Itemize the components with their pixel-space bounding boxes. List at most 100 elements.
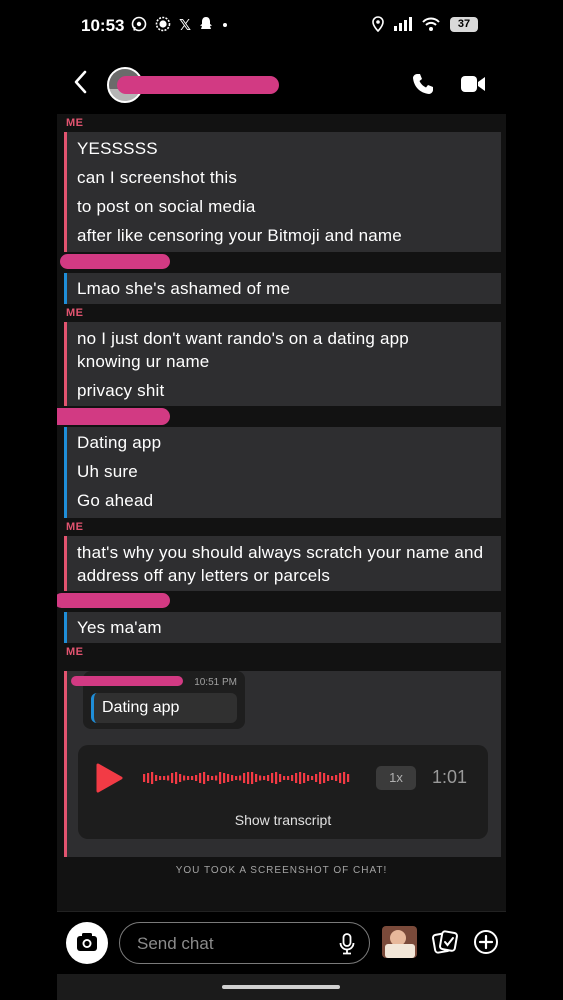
redacted-contact-name — [117, 76, 279, 94]
message-group-me[interactable]: no I just don't want rando's on a dating… — [64, 322, 501, 406]
notification-icons: 𝕏 — [131, 16, 229, 34]
sender-label-them — [57, 252, 506, 273]
message-text: that's why you should always scratch you… — [77, 543, 484, 585]
sticker-icon[interactable] — [432, 929, 458, 955]
message-text: Uh sure — [77, 462, 138, 481]
waveform-bar — [175, 772, 178, 784]
left-margin — [0, 0, 57, 1000]
bitmoji-button[interactable] — [382, 926, 417, 958]
right-margin — [506, 0, 563, 1000]
home-indicator[interactable] — [222, 985, 340, 989]
cellular-icon — [394, 17, 412, 31]
waveform-bar — [291, 775, 294, 781]
message-text: to post on social media — [77, 197, 256, 216]
waveform-bar — [283, 776, 286, 780]
waveform-bar — [215, 775, 218, 781]
redacted-sender-name — [57, 593, 170, 608]
message-text: can I screenshot this — [77, 168, 238, 187]
sender-label-me: ME — [66, 521, 84, 533]
sender-label-them — [57, 591, 506, 612]
wifi-icon — [422, 17, 440, 31]
waveform-bar — [343, 772, 346, 784]
waveform-bar — [311, 776, 314, 780]
video-camera-icon[interactable] — [460, 74, 486, 94]
waveform-bar — [251, 772, 254, 784]
battery-icon: 37 — [450, 16, 478, 32]
waveform-bar — [219, 772, 222, 784]
message-group-them[interactable]: Yes ma'am — [64, 612, 501, 643]
waveform[interactable] — [143, 771, 351, 785]
show-transcript-button[interactable]: Show transcript — [78, 812, 488, 828]
sender-label-me: ME — [66, 307, 84, 319]
waveform-bar — [287, 776, 290, 780]
waveform-bar — [319, 772, 322, 784]
system-icons: 37 — [372, 16, 478, 32]
waveform-bar — [223, 773, 226, 783]
waveform-bar — [279, 774, 282, 782]
dot-icon — [223, 23, 228, 27]
home-bar — [57, 974, 506, 1000]
waveform-bar — [183, 775, 186, 781]
waveform-bar — [323, 773, 326, 783]
x-icon: 𝕏 — [179, 17, 192, 34]
message-group-me[interactable]: YESSSSS can I screenshot this to post on… — [64, 132, 501, 252]
status-bar: 10:53 𝕏 37 — [57, 0, 506, 52]
signal-icon — [155, 16, 171, 32]
phone-screen: 10:53 𝕏 37 ME YESSSSS can I screenshot t… — [57, 0, 506, 1000]
message-text: YESSSSS — [77, 139, 158, 158]
sender-label-me: ME — [66, 646, 84, 658]
waveform-bar — [235, 776, 238, 780]
plus-circle-icon[interactable] — [473, 929, 499, 955]
chevron-left-icon[interactable] — [73, 70, 87, 94]
chat-header — [57, 52, 506, 114]
waveform-bar — [255, 774, 258, 782]
send-chat-input[interactable] — [135, 931, 329, 957]
waveform-bar — [339, 773, 342, 783]
message-text: Lmao she's ashamed of me — [77, 279, 291, 298]
message-text: Dating app — [77, 433, 162, 452]
waveform-bar — [187, 776, 190, 780]
snapchat-ghost-icon — [200, 17, 213, 29]
location-icon — [372, 16, 384, 32]
microphone-icon[interactable] — [339, 933, 355, 955]
chat-input-field[interactable] — [119, 922, 370, 964]
play-icon[interactable] — [94, 762, 124, 794]
chat-thread: ME YESSSSS can I screenshot this to post… — [57, 114, 506, 876]
waveform-bar — [179, 774, 182, 782]
composer-bar — [57, 911, 506, 974]
voice-note-player: 1x 1:01 Show transcript — [78, 745, 488, 839]
waveform-bar — [155, 775, 158, 781]
waveform-bar — [331, 776, 334, 780]
waveform-bar — [271, 773, 274, 783]
waveform-bar — [327, 775, 330, 781]
quoted-text: Dating app — [91, 693, 237, 723]
waveform-bar — [147, 773, 150, 783]
message-group-them[interactable]: Lmao she's ashamed of me — [64, 273, 501, 304]
message-group-me[interactable]: that's why you should always scratch you… — [64, 536, 501, 591]
sender-label-me: ME — [66, 117, 84, 129]
waveform-bar — [171, 773, 174, 783]
waveform-bar — [195, 775, 198, 781]
message-group-them[interactable]: Dating app Uh sure Go ahead — [64, 427, 501, 518]
waveform-bar — [263, 776, 266, 780]
quoted-message-card[interactable]: 10:51 PM Dating app — [71, 671, 245, 729]
waveform-bar — [303, 773, 306, 783]
camera-button[interactable] — [66, 922, 108, 964]
waveform-bar — [275, 772, 278, 784]
waveform-bar — [267, 775, 270, 781]
sender-label-them — [57, 406, 506, 427]
playback-speed-button[interactable]: 1x — [376, 766, 416, 790]
waveform-bar — [167, 775, 170, 781]
waveform-bar — [347, 774, 350, 782]
message-text: no I just don't want rando's on a dating… — [77, 329, 409, 371]
waveform-bar — [199, 773, 202, 783]
message-text: Go ahead — [77, 491, 154, 510]
voice-reply-group[interactable]: 10:51 PM Dating app 1x 1:01 Show transcr… — [64, 671, 501, 857]
waveform-bar — [335, 775, 338, 781]
status-time: 10:53 — [81, 16, 125, 35]
phone-icon[interactable] — [412, 73, 434, 95]
quoted-timestamp: 10:51 PM — [194, 677, 237, 688]
redacted-sender-name — [57, 408, 170, 425]
waveform-bar — [207, 775, 210, 781]
waveform-bar — [247, 772, 250, 784]
